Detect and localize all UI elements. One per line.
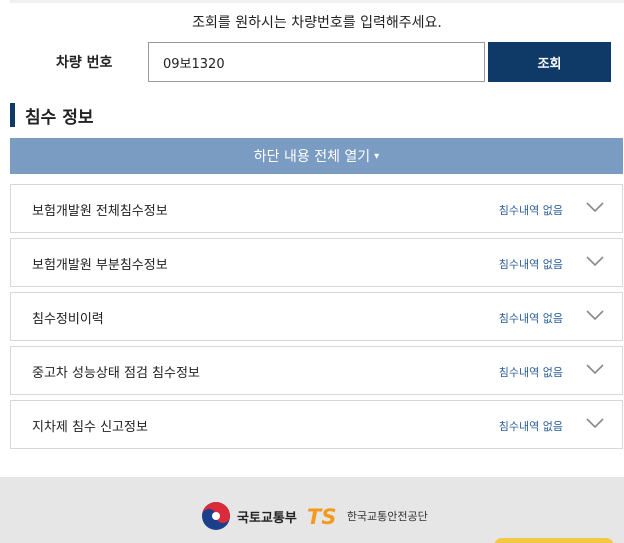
caret-down-icon: ▾ <box>374 150 380 162</box>
ts-mark-text: TS <box>307 505 336 527</box>
chevron-down-icon <box>586 418 604 429</box>
footer: 국토교통부 TS 한국교통안전공단 <box>0 477 624 543</box>
flood-status: 침수내역 없음 <box>498 420 563 433</box>
agency-name: 한국교통안전공단 <box>346 510 428 523</box>
floating-badge[interactable] <box>494 538 614 543</box>
accordion-item-full-flood[interactable]: 보험개발원 전체침수정보 침수내역 없음 <box>10 184 623 233</box>
accordion-title: 침수정비이력 <box>32 312 104 327</box>
accordion-title: 중고차 성능상태 점검 침수정보 <box>32 366 200 381</box>
footer-logos: 국토교통부 TS 한국교통안전공단 <box>201 501 428 531</box>
search-button[interactable]: 조회 <box>488 42 611 82</box>
flood-status: 침수내역 없음 <box>498 204 563 217</box>
government-emblem-icon <box>202 502 230 530</box>
chevron-down-icon <box>586 202 604 213</box>
accordion-item-local-gov-report[interactable]: 지차제 침수 신고정보 침수내역 없음 <box>10 400 623 449</box>
vehicle-number-input[interactable] <box>148 42 485 82</box>
chevron-down-icon <box>586 364 604 375</box>
section-title: 침수 정보 <box>25 107 94 128</box>
ts-logo-icon: TS <box>307 505 336 527</box>
accordion-title: 보험개발원 전체침수정보 <box>32 204 168 219</box>
flood-status: 침수내역 없음 <box>498 312 563 325</box>
expand-all-label: 하단 내용 전체 열기 <box>253 149 371 165</box>
chevron-down-icon <box>586 256 604 267</box>
expand-all-button[interactable]: 하단 내용 전체 열기 ▾ <box>10 138 623 174</box>
vehicle-search-row: 차량 번호 조회 <box>0 42 624 82</box>
vehicle-number-label: 차량 번호 <box>56 55 113 71</box>
accordion-title: 보험개발원 부분침수정보 <box>32 258 168 273</box>
chevron-down-icon <box>586 310 604 321</box>
ministry-name: 국토교통부 <box>237 510 297 526</box>
section-heading: 침수 정보 <box>10 102 93 128</box>
accordion-item-partial-flood[interactable]: 보험개발원 부분침수정보 침수내역 없음 <box>10 238 623 287</box>
accordion-item-used-car-inspection[interactable]: 중고차 성능상태 점검 침수정보 침수내역 없음 <box>10 346 623 395</box>
accordion-item-flood-repair-history[interactable]: 침수정비이력 침수내역 없음 <box>10 292 623 341</box>
top-divider <box>10 0 624 3</box>
accordion-title: 지차제 침수 신고정보 <box>32 420 148 435</box>
heading-accent-bar <box>10 103 15 127</box>
flood-status: 침수내역 없음 <box>498 366 563 379</box>
instruction-text: 조회를 원하시는 차량번호를 입력해주세요. <box>192 15 442 31</box>
flood-status: 침수내역 없음 <box>498 258 563 271</box>
